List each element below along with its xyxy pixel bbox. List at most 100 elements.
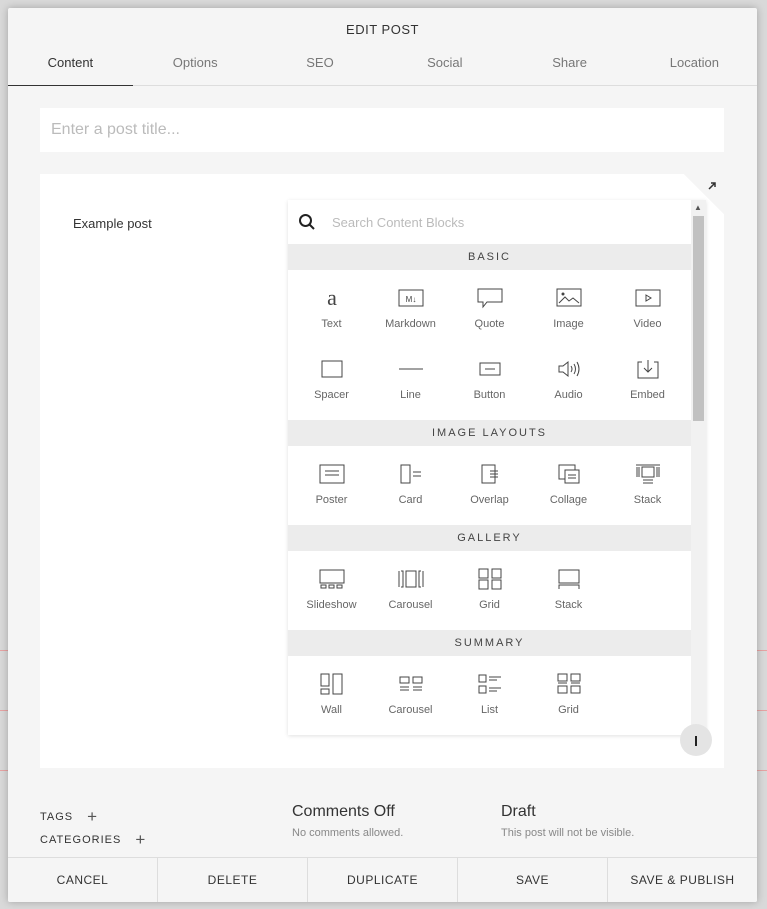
add-tag-plus-icon[interactable]: + — [87, 807, 98, 827]
tab-seo[interactable]: SEO — [258, 48, 383, 85]
block-label: Line — [400, 389, 421, 401]
save-publish-button[interactable]: SAVE & PUBLISH — [608, 858, 757, 902]
block-label: Spacer — [314, 389, 349, 401]
scroll-up-arrow-icon[interactable]: ▲ — [694, 203, 702, 212]
comments-subtitle: No comments allowed. — [292, 827, 404, 839]
scrollbar-thumb[interactable] — [693, 216, 704, 421]
block-label: Poster — [315, 494, 348, 506]
tab-options[interactable]: Options — [133, 48, 258, 85]
video-icon — [635, 286, 661, 310]
image-layout-blocks: Poster Card Overlap Collage Stack — [288, 446, 691, 525]
block-panel-scrollbar[interactable]: ▲ ▼ — [691, 200, 706, 735]
taxonomy-section: TAGS + CATEGORIES + — [40, 805, 146, 851]
audio-icon — [556, 357, 582, 381]
block-poster[interactable]: Poster — [292, 450, 371, 521]
tab-content[interactable]: Content — [8, 48, 133, 86]
summary-blocks: Wall Carousel List Grid — [288, 656, 691, 735]
post-body-text[interactable]: Example post — [73, 216, 152, 231]
block-label: Carousel — [388, 599, 433, 611]
tab-location[interactable]: Location — [632, 48, 757, 85]
section-header-image-layouts: IMAGE LAYOUTS — [288, 420, 691, 446]
summary-grid-icon — [556, 672, 582, 696]
block-search — [288, 200, 691, 244]
block-stack-gallery[interactable]: Stack — [529, 555, 608, 626]
block-button[interactable]: Button — [450, 345, 529, 416]
block-slideshow[interactable]: Slideshow — [292, 555, 371, 626]
duplicate-button[interactable]: DUPLICATE — [308, 858, 458, 902]
block-grid[interactable]: Grid — [450, 555, 529, 626]
tab-social[interactable]: Social — [382, 48, 507, 85]
wall-icon — [319, 672, 345, 696]
comments-setting[interactable]: Comments Off No comments allowed. — [292, 803, 403, 839]
section-header-gallery: GALLERY — [288, 525, 691, 551]
block-quote[interactable]: Quote — [450, 274, 529, 345]
block-audio[interactable]: Audio — [529, 345, 608, 416]
block-label: Markdown — [385, 318, 436, 330]
block-list[interactable]: List — [450, 660, 529, 731]
block-wall[interactable]: Wall — [292, 660, 371, 731]
tags-label: TAGS — [40, 810, 74, 823]
button-icon — [477, 357, 503, 381]
categories-row: CATEGORIES + — [40, 828, 146, 851]
expand-icon[interactable] — [706, 180, 718, 192]
quote-icon — [477, 286, 503, 310]
status-setting[interactable]: Draft This post will not be visible. — [501, 803, 634, 839]
slideshow-icon — [319, 567, 345, 591]
block-video[interactable]: Video — [608, 274, 687, 345]
block-label: Text — [321, 318, 342, 330]
block-label: Grid — [479, 599, 500, 611]
overlap-icon — [477, 462, 503, 486]
block-embed[interactable]: Embed — [608, 345, 687, 416]
stack-layout-icon — [635, 462, 661, 486]
block-summary-grid[interactable]: Grid — [529, 660, 608, 731]
stack-gallery-icon — [556, 567, 582, 591]
block-collage[interactable]: Collage — [529, 450, 608, 521]
line-icon — [398, 357, 424, 381]
block-summary-carousel[interactable]: Carousel — [371, 660, 450, 731]
block-label: Wall — [321, 704, 342, 716]
cancel-button[interactable]: CANCEL — [8, 858, 158, 902]
poster-icon — [319, 462, 345, 486]
block-stack-layout[interactable]: Stack — [608, 450, 687, 521]
delete-button[interactable]: DELETE — [158, 858, 308, 902]
content-blocks-panel: BASIC a Text M↓ Markdown Quote — [288, 200, 706, 735]
list-icon — [477, 672, 503, 696]
block-label: Grid — [558, 704, 579, 716]
block-label: Stack — [554, 599, 583, 611]
insert-marker-icon — [695, 736, 697, 746]
embed-icon — [635, 357, 661, 381]
block-card[interactable]: Card — [371, 450, 450, 521]
block-carousel[interactable]: Carousel — [371, 555, 450, 626]
block-label: Carousel — [388, 704, 433, 716]
block-label: Image — [553, 318, 584, 330]
block-overlap[interactable]: Overlap — [450, 450, 529, 521]
block-label: Card — [398, 494, 423, 506]
block-image[interactable]: Image — [529, 274, 608, 345]
insert-block-button[interactable] — [680, 724, 712, 756]
markdown-icon: M↓ — [398, 286, 424, 310]
summary-carousel-icon — [398, 672, 424, 696]
save-button[interactable]: SAVE — [458, 858, 608, 902]
block-text[interactable]: a Text — [292, 274, 371, 345]
status-subtitle: This post will not be visible. — [501, 827, 635, 839]
text-icon: a — [319, 286, 345, 310]
add-category-plus-icon[interactable]: + — [135, 830, 146, 850]
post-editor[interactable]: Example post BASIC a Text — [40, 174, 724, 768]
tab-share[interactable]: Share — [507, 48, 632, 85]
collage-icon — [556, 462, 582, 486]
carousel-icon — [398, 567, 424, 591]
basic-blocks: a Text M↓ Markdown Quote Image Video Spa… — [288, 270, 691, 420]
block-label: Collage — [549, 494, 588, 506]
tab-bar: Content Options SEO Social Share Locatio… — [8, 48, 757, 86]
block-line[interactable]: Line — [371, 345, 450, 416]
block-label: Audio — [554, 389, 583, 401]
image-icon — [556, 286, 582, 310]
block-label: Video — [633, 318, 662, 330]
block-spacer[interactable]: Spacer — [292, 345, 371, 416]
block-markdown[interactable]: M↓ Markdown — [371, 274, 450, 345]
post-title-input[interactable] — [40, 108, 724, 152]
block-label: Quote — [474, 318, 505, 330]
block-search-input[interactable] — [332, 214, 632, 230]
section-header-basic: BASIC — [288, 244, 691, 270]
modal-title: EDIT POST — [346, 22, 419, 37]
